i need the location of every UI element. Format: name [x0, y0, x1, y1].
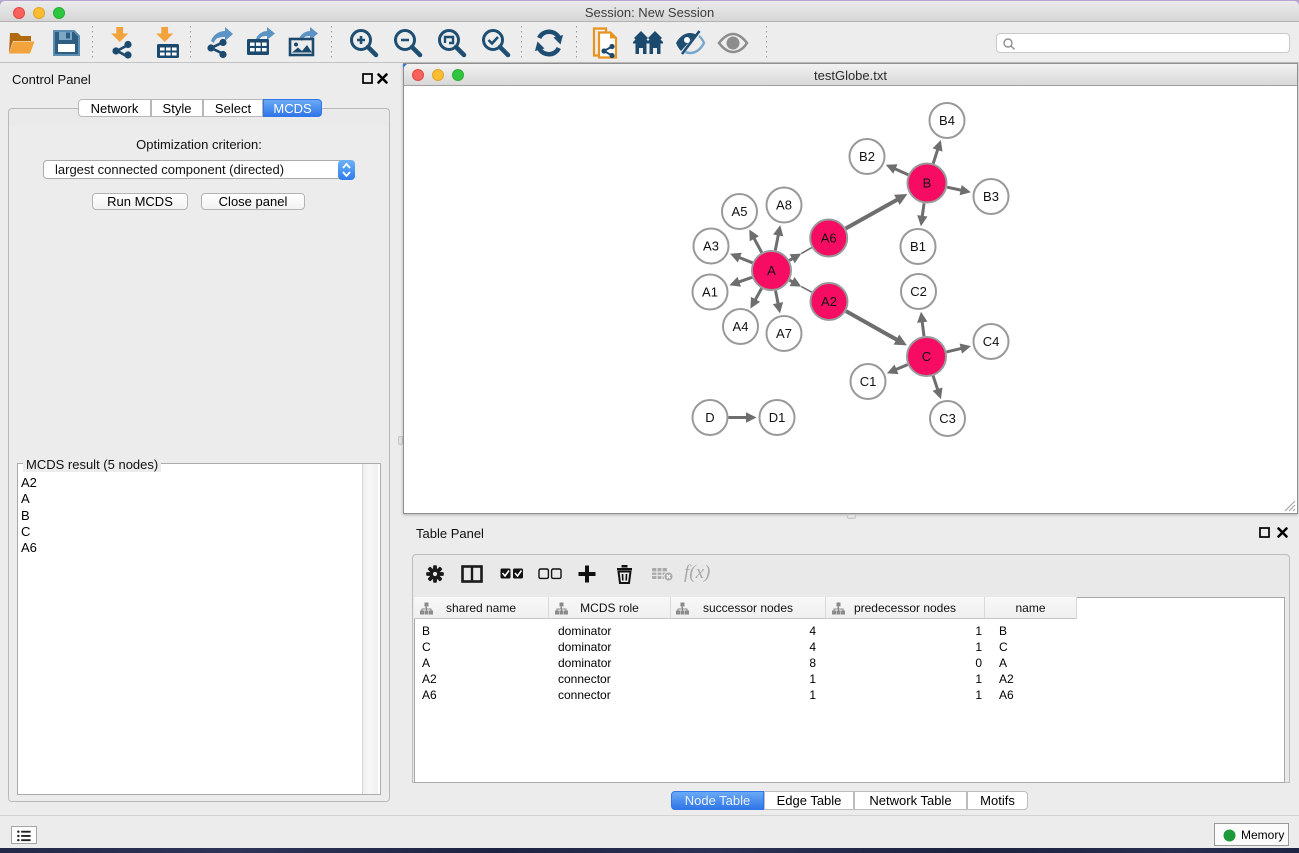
- svg-text:B2: B2: [859, 149, 875, 164]
- svg-text:D1: D1: [769, 410, 786, 425]
- svg-text:A8: A8: [776, 198, 792, 213]
- svg-text:D: D: [705, 410, 714, 425]
- svg-text:B1: B1: [910, 239, 926, 254]
- svg-text:C: C: [922, 349, 931, 364]
- svg-text:B4: B4: [939, 113, 955, 128]
- svg-text:C1: C1: [860, 374, 877, 389]
- svg-text:A4: A4: [733, 319, 749, 334]
- svg-text:A3: A3: [703, 239, 719, 254]
- svg-text:C2: C2: [910, 284, 927, 299]
- svg-text:C4: C4: [983, 334, 1000, 349]
- svg-text:A1: A1: [702, 285, 718, 300]
- svg-text:B: B: [923, 176, 932, 191]
- svg-text:B3: B3: [983, 189, 999, 204]
- svg-text:A2: A2: [821, 294, 837, 309]
- svg-text:A: A: [767, 263, 776, 278]
- svg-text:A6: A6: [821, 231, 837, 246]
- svg-text:A7: A7: [776, 326, 792, 341]
- svg-text:A5: A5: [732, 204, 748, 219]
- svg-text:C3: C3: [939, 411, 956, 426]
